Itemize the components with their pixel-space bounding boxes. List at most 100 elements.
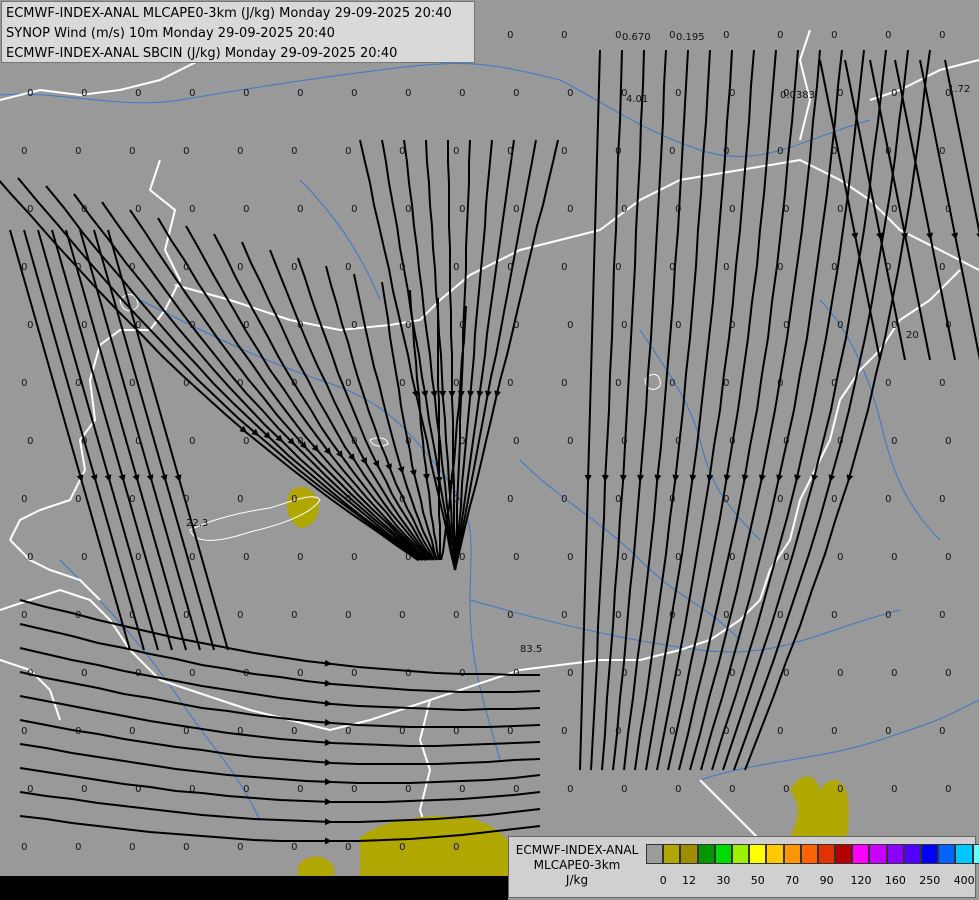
cape-value-label: 0 xyxy=(837,668,843,679)
cape-value-label: 0 xyxy=(405,552,411,563)
sbcin-label: 0.670 xyxy=(622,32,651,43)
cape-value-label: 0 xyxy=(675,784,681,795)
cape-value-label: 0 xyxy=(135,204,141,215)
cape-value-label: 0 xyxy=(351,784,357,795)
cape-value-label: 0 xyxy=(405,88,411,99)
legend-tick-label: 0 xyxy=(659,874,667,887)
cape-value-label: 0 xyxy=(237,262,243,273)
cape-value-label: 0 xyxy=(345,146,351,157)
cape-value-label: 0 xyxy=(399,842,405,853)
cape-value-label: 0 xyxy=(345,378,351,389)
cape-value-label: 0 xyxy=(237,842,243,853)
legend-tick-label: 90 xyxy=(819,874,834,887)
cape-value-label: 0 xyxy=(507,494,513,505)
legend-swatch xyxy=(714,844,732,864)
legend-tick-label: 12 xyxy=(682,874,696,887)
cape-value-label: 0 xyxy=(777,610,783,621)
cape-value-label: 0 xyxy=(513,436,519,447)
cape-value-label: 0 xyxy=(297,436,303,447)
cape-value-label: 0 xyxy=(945,320,951,331)
cape-value-label: 0 xyxy=(243,552,249,563)
cape-value-label: 0 xyxy=(507,610,513,621)
cape-value-label: 0 xyxy=(81,88,87,99)
cape-value-label: 0 xyxy=(567,552,573,563)
cape-value-label: 0 xyxy=(135,784,141,795)
cape-value-label: 0 xyxy=(81,320,87,331)
cape-value-label: 0 xyxy=(621,784,627,795)
cape-value-label: 0 xyxy=(831,726,837,737)
legend-swatch xyxy=(697,844,715,864)
cape-value-label: 0 xyxy=(183,726,189,737)
legend-color-bar xyxy=(646,844,979,864)
cape-value-label: 0 xyxy=(291,378,297,389)
cape-value-label: 0 xyxy=(81,204,87,215)
cape-value-label: 0 xyxy=(351,668,357,679)
cape-value-label: 0 xyxy=(399,726,405,737)
cape-value-label: 0 xyxy=(345,262,351,273)
cape-value-label: 0 xyxy=(291,262,297,273)
cape-value-label: 0 xyxy=(459,320,465,331)
cape-value-label: 0 xyxy=(891,784,897,795)
cape-value-label: 0 xyxy=(567,204,573,215)
cape-value-label: 0 xyxy=(621,552,627,563)
legend-swatch xyxy=(835,844,853,864)
cape-value-label: 0 xyxy=(129,262,135,273)
cape-value-label: 0 xyxy=(783,668,789,679)
cape-value-label: 0 xyxy=(939,494,945,505)
cape-value-label: 0 xyxy=(453,726,459,737)
cape-value-label: 0 xyxy=(27,668,33,679)
cape-value-label: 0 xyxy=(135,436,141,447)
sbcin-label: 20 xyxy=(906,330,919,341)
cape-value-label: 0 xyxy=(75,842,81,853)
cape-value-label: 0 xyxy=(723,494,729,505)
legend-unit: J/kg xyxy=(565,873,589,887)
cape-value-label: 0 xyxy=(561,30,567,41)
sbcin-label: 4.01 xyxy=(626,94,648,105)
cape-value-label: 0 xyxy=(885,494,891,505)
cape-value-label: 0 xyxy=(291,494,297,505)
cape-value-label: 0 xyxy=(459,88,465,99)
legend-swatch xyxy=(800,844,818,864)
cape-value-label: 0 xyxy=(75,378,81,389)
legend-title: ECMWF-INDEX-ANAL MLCAPE0-3km J/kg xyxy=(513,843,641,888)
cape-value-label: 0 xyxy=(21,378,27,389)
cape-value-label: 0 xyxy=(837,552,843,563)
legend-swatch xyxy=(817,844,836,864)
cape-value-label: 0 xyxy=(567,784,573,795)
map-title-box: ECMWF-INDEX-ANAL MLCAPE0-3km (J/kg) Mond… xyxy=(1,1,475,63)
cape-value-label: 0 xyxy=(729,436,735,447)
cape-value-label: 0 xyxy=(885,378,891,389)
cape-value-label: 0 xyxy=(453,494,459,505)
cape-value-label: 0 xyxy=(891,436,897,447)
legend-swatch xyxy=(783,844,801,864)
cape-value-label: 0 xyxy=(291,726,297,737)
cape-value-label: 0 xyxy=(615,30,621,41)
legend-swatch xyxy=(749,844,767,864)
legend-swatch xyxy=(903,844,921,864)
cape-value-label: 0 xyxy=(243,668,249,679)
cape-value-label: 0 xyxy=(243,204,249,215)
title-line-cape: ECMWF-INDEX-ANAL MLCAPE0-3km (J/kg) Mond… xyxy=(6,6,452,21)
cape-value-label: 0 xyxy=(621,436,627,447)
cape-value-label: 0 xyxy=(459,436,465,447)
cape-value-label: 0 xyxy=(189,204,195,215)
cape-value-label: 0 xyxy=(669,610,675,621)
legend-swatch xyxy=(921,844,939,864)
cape-value-label: 0 xyxy=(615,494,621,505)
cape-value-label: 0 xyxy=(453,842,459,853)
cape-value-label: 0 xyxy=(831,610,837,621)
cape-value-label: 0 xyxy=(81,552,87,563)
cape-value-label: 0 xyxy=(81,668,87,679)
cape-value-label: 0 xyxy=(513,320,519,331)
legend-swatch xyxy=(938,844,956,864)
cape-value-label: 0 xyxy=(675,668,681,679)
cape-value-label: 0 xyxy=(189,320,195,331)
cape-value-label: 0 xyxy=(507,378,513,389)
cape-value-label: 0 xyxy=(729,88,735,99)
cape-value-label: 0 xyxy=(243,320,249,331)
cape-value-label: 0 xyxy=(945,668,951,679)
cape-value-label: 0 xyxy=(561,262,567,273)
legend-swatch xyxy=(731,844,750,864)
cape-value-label: 0 xyxy=(75,262,81,273)
legend-swatch xyxy=(972,844,979,864)
